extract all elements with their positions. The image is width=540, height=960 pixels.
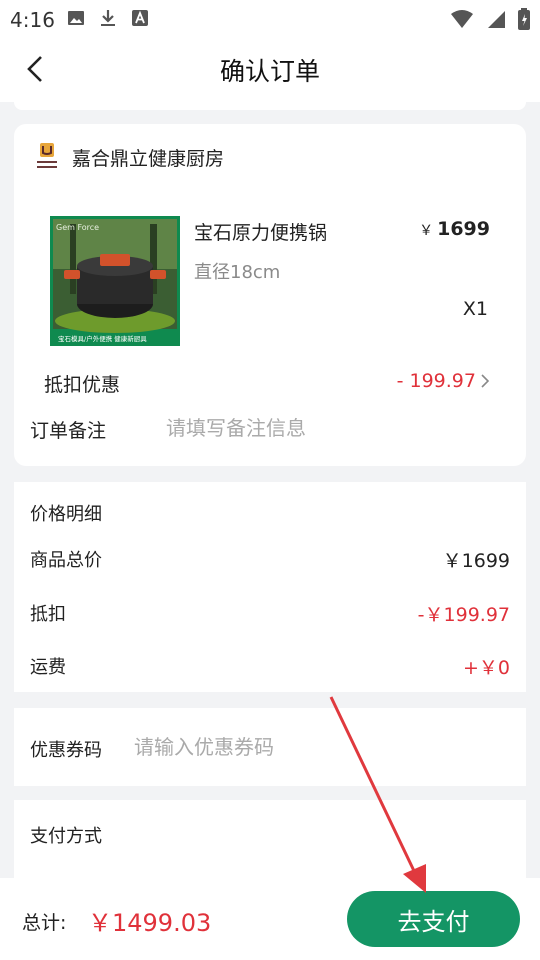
status-time: 4:16 [10,8,55,32]
currency-symbol: ￥ [419,223,434,239]
product-price: ￥ 1699 [419,218,490,240]
subtotal-label: 商品总价 [30,550,102,571]
chevron-right-icon [481,374,490,388]
deduction-label: 抵扣 [30,604,66,625]
shipping-label: 运费 [30,657,66,678]
checkout-bar: 总计: ￥1499.03 去支付 [0,878,540,960]
subtotal-value: ￥1699 [442,550,510,572]
coupon-card: 优惠券码 [14,708,526,786]
discount-value: - 199.97 [396,370,476,392]
remark-label: 订单备注 [30,420,107,442]
total-label: 总计: [22,912,67,934]
pay-button[interactable]: 去支付 [347,891,520,947]
product-price-value: 1699 [437,218,490,240]
price-detail-card: 价格明细 商品总价 ￥1699 抵扣 -￥199.97 运费 +￥0 [14,482,526,692]
total-value: ￥1499.03 [88,909,212,937]
remark-input[interactable] [164,410,498,446]
status-bar: 4:16 [0,0,540,36]
status-notification-icons [66,8,150,28]
image-notification-icon [68,11,84,25]
discount-label: 抵扣优惠 [44,374,121,396]
previous-card-edge [14,102,526,110]
payment-method-card: 支付方式 [14,800,526,890]
store-logo-icon [37,143,57,168]
store-order-card: 嘉合鼎立健康厨房 Gem Force 宝石模具/户外便携 健康新厨具 宝石原力便… [14,124,526,466]
coupon-label: 优惠券码 [30,740,102,761]
coupon-input[interactable] [132,730,506,764]
product-name: 宝石原力便携锅 [194,222,328,244]
price-detail-title: 价格明细 [30,504,102,525]
image-caption-bottom: 宝石模具/户外便携 健康新厨具 [58,334,147,343]
pot-image: Gem Force 宝石模具/户外便携 健康新厨具 [50,216,180,346]
deduction-value: -￥199.97 [417,604,510,626]
product-quantity: X1 [462,298,488,320]
image-caption-top: Gem Force [56,223,99,232]
battery-icon [518,8,530,30]
text-notification-icon [132,10,148,26]
product-spec: 直径18cm [194,262,281,283]
shipping-value: +￥0 [462,657,510,679]
store-name: 嘉合鼎立健康厨房 [72,148,225,170]
nav-bar: 确认订单 [0,36,540,102]
discount-selector[interactable]: - 199.97 [397,370,490,392]
payment-method-label: 支付方式 [30,826,102,847]
product-image[interactable]: Gem Force 宝石模具/户外便携 健康新厨具 [50,216,180,346]
wifi-icon [451,10,473,28]
status-system-icons [450,8,530,30]
page-title: 确认订单 [219,57,320,86]
download-notification-icon [101,10,115,26]
signal-icon [488,11,505,28]
